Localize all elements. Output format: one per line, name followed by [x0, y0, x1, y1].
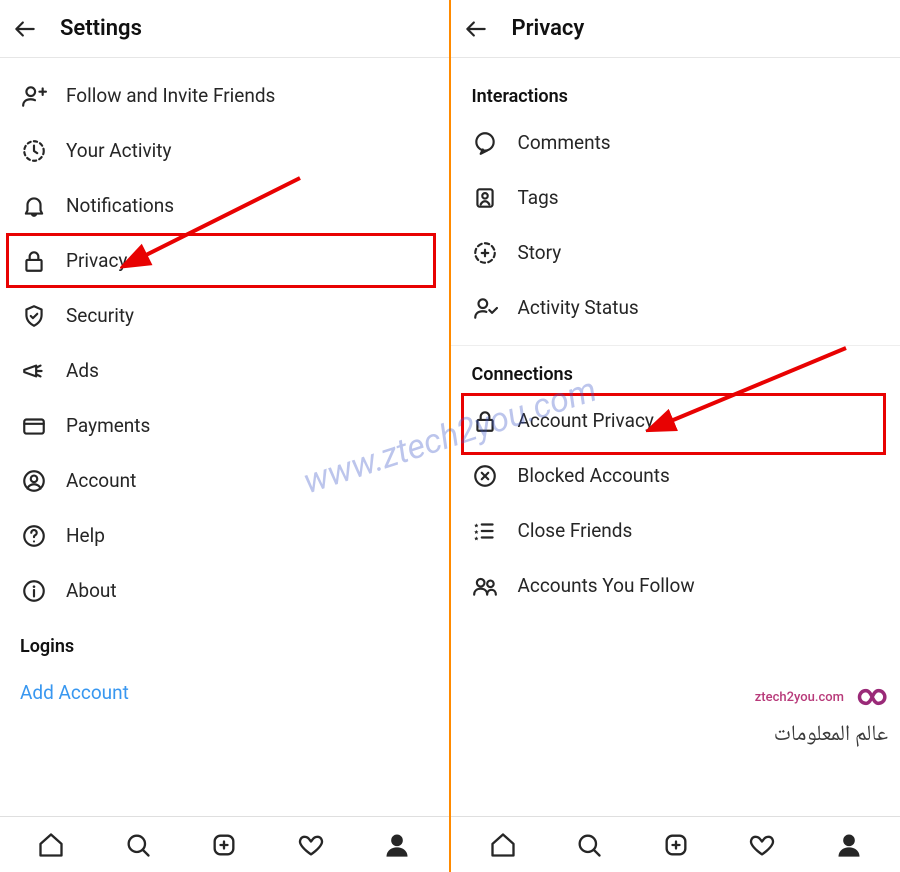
page-title: Privacy [511, 16, 584, 41]
settings-screen: Settings Follow and Invite Friends Your … [0, 0, 449, 872]
privacy-item-tags[interactable]: Tags [451, 170, 900, 225]
settings-item-follow-invite[interactable]: Follow and Invite Friends [0, 68, 449, 123]
story-plus-icon [471, 239, 499, 267]
settings-item-help[interactable]: Help [0, 508, 449, 563]
item-label: Help [66, 524, 105, 547]
item-label: Tags [517, 186, 558, 209]
brand-watermark: ztech2you.com عالم المعلومات [755, 678, 888, 754]
card-icon [20, 412, 48, 440]
settings-content: Follow and Invite Friends Your Activity … [0, 58, 449, 816]
connections-section-label: Connections [451, 346, 900, 393]
privacy-item-activity-status[interactable]: Activity Status [451, 280, 900, 335]
settings-item-payments[interactable]: Payments [0, 398, 449, 453]
item-label: Follow and Invite Friends [66, 84, 275, 107]
item-label: Comments [517, 131, 610, 154]
item-label: Story [517, 241, 561, 264]
shield-check-icon [20, 302, 48, 330]
nav-profile[interactable] [377, 825, 417, 865]
lock-icon [471, 407, 499, 435]
add-account-label: Add Account [20, 681, 129, 704]
privacy-item-comments[interactable]: Comments [451, 115, 900, 170]
interactions-section-label: Interactions [451, 68, 900, 115]
nav-search[interactable] [118, 825, 158, 865]
item-label: Security [66, 304, 134, 327]
brand-url: ztech2you.com [755, 690, 844, 705]
nav-home[interactable] [31, 825, 71, 865]
user-check-icon [471, 294, 499, 322]
bell-icon [20, 192, 48, 220]
logins-section-label: Logins [0, 618, 449, 665]
comment-icon [471, 129, 499, 157]
lock-icon [20, 247, 48, 275]
settings-item-privacy[interactable]: Privacy [0, 233, 449, 288]
settings-item-ads[interactable]: Ads [0, 343, 449, 398]
bottom-nav [451, 816, 900, 872]
nav-home[interactable] [483, 825, 523, 865]
settings-item-security[interactable]: Security [0, 288, 449, 343]
back-button[interactable] [10, 14, 40, 44]
nav-likes[interactable] [291, 825, 331, 865]
privacy-item-accounts-follow[interactable]: Accounts You Follow [451, 558, 900, 613]
brand-arabic: عالم المعلومات [755, 716, 888, 754]
item-label: Notifications [66, 194, 174, 217]
nav-add[interactable] [656, 825, 696, 865]
privacy-item-account-privacy[interactable]: Account Privacy [451, 393, 900, 448]
settings-item-activity[interactable]: Your Activity [0, 123, 449, 178]
privacy-screen: Privacy Interactions Comments Tags Story… [451, 0, 900, 872]
item-label: Blocked Accounts [517, 464, 669, 487]
privacy-content: Interactions Comments Tags Story Activit… [451, 58, 900, 816]
megaphone-icon [20, 357, 48, 385]
item-label: Privacy [66, 249, 127, 272]
item-label: Close Friends [517, 519, 632, 542]
privacy-item-story[interactable]: Story [451, 225, 900, 280]
item-label: About [66, 579, 117, 602]
x-circle-icon [471, 462, 499, 490]
item-label: Activity Status [517, 296, 638, 319]
people-icon [471, 572, 499, 600]
item-label: Account Privacy [517, 409, 653, 432]
nav-likes[interactable] [742, 825, 782, 865]
header: Settings [0, 0, 449, 58]
item-label: Accounts You Follow [517, 574, 694, 597]
item-label: Your Activity [66, 139, 171, 162]
item-label: Payments [66, 414, 150, 437]
infinity-icon [850, 678, 888, 716]
star-list-icon [471, 517, 499, 545]
settings-item-about[interactable]: About [0, 563, 449, 618]
tag-person-icon [471, 184, 499, 212]
nav-add[interactable] [204, 825, 244, 865]
header: Privacy [451, 0, 900, 58]
back-button[interactable] [461, 14, 491, 44]
nav-search[interactable] [569, 825, 609, 865]
info-icon [20, 577, 48, 605]
add-account-link[interactable]: Add Account [0, 665, 449, 720]
settings-item-notifications[interactable]: Notifications [0, 178, 449, 233]
settings-item-account[interactable]: Account [0, 453, 449, 508]
help-icon [20, 522, 48, 550]
item-label: Ads [66, 359, 99, 382]
privacy-item-close-friends[interactable]: Close Friends [451, 503, 900, 558]
person-plus-icon [20, 82, 48, 110]
item-label: Account [66, 469, 136, 492]
page-title: Settings [60, 16, 142, 41]
clock-dashed-icon [20, 137, 48, 165]
user-circle-icon [20, 467, 48, 495]
bottom-nav [0, 816, 449, 872]
privacy-item-blocked[interactable]: Blocked Accounts [451, 448, 900, 503]
nav-profile[interactable] [829, 825, 869, 865]
